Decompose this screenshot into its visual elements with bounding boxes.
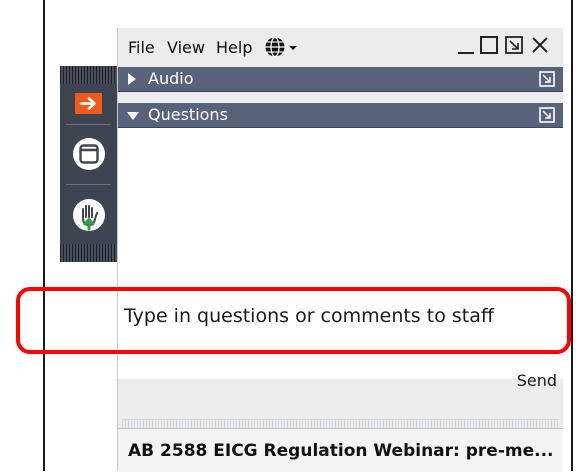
menu-bar: File View Help bbox=[118, 28, 563, 65]
divider bbox=[66, 124, 111, 125]
webinar-title: AB 2588 EICG Regulation Webinar: pre-me.… bbox=[128, 441, 554, 461]
expand-triangle-icon bbox=[128, 73, 136, 85]
question-input[interactable]: Type in questions or comments to staff bbox=[118, 283, 563, 379]
grip-top[interactable] bbox=[60, 66, 117, 84]
question-input-placeholder: Type in questions or comments to staff bbox=[124, 305, 494, 327]
restore-button[interactable] bbox=[479, 35, 499, 61]
collapse-panel-button[interactable] bbox=[60, 90, 117, 116]
raise-hand-icon bbox=[72, 199, 105, 231]
menu-view[interactable]: View bbox=[167, 38, 205, 57]
send-button[interactable]: Send bbox=[517, 371, 557, 390]
raise-hand-button[interactable] bbox=[60, 193, 117, 237]
restore-icon bbox=[480, 36, 498, 54]
section-questions[interactable]: Questions bbox=[118, 103, 563, 128]
show-dashboard-button[interactable] bbox=[60, 132, 117, 176]
menu-file[interactable]: File bbox=[128, 38, 155, 57]
popout-window-button[interactable] bbox=[504, 35, 524, 61]
globe-icon bbox=[265, 36, 297, 58]
divider bbox=[66, 184, 111, 185]
close-icon bbox=[532, 37, 548, 53]
panel-splitter[interactable] bbox=[122, 419, 559, 428]
grip-bottom[interactable] bbox=[60, 244, 117, 262]
section-audio-label: Audio bbox=[148, 69, 194, 88]
menu-help[interactable]: Help bbox=[216, 38, 252, 57]
arrow-right-icon bbox=[75, 92, 102, 114]
section-questions-label: Questions bbox=[148, 105, 228, 124]
popout-icon[interactable] bbox=[539, 107, 555, 123]
collapse-triangle-icon bbox=[127, 112, 139, 120]
close-button[interactable] bbox=[530, 35, 550, 61]
popout-icon[interactable] bbox=[539, 71, 555, 87]
minimize-icon bbox=[458, 52, 474, 54]
side-control-strip bbox=[60, 66, 117, 262]
language-menu[interactable] bbox=[264, 36, 302, 63]
minimize-button[interactable] bbox=[456, 33, 476, 61]
session-footer: AB 2588 EICG Regulation Webinar: pre-me.… bbox=[118, 428, 563, 472]
window-icon bbox=[72, 138, 105, 170]
control-panel: File View Help Audio Questions Type in q… bbox=[117, 28, 563, 472]
popout-icon bbox=[505, 36, 523, 54]
section-audio[interactable]: Audio bbox=[118, 67, 563, 92]
